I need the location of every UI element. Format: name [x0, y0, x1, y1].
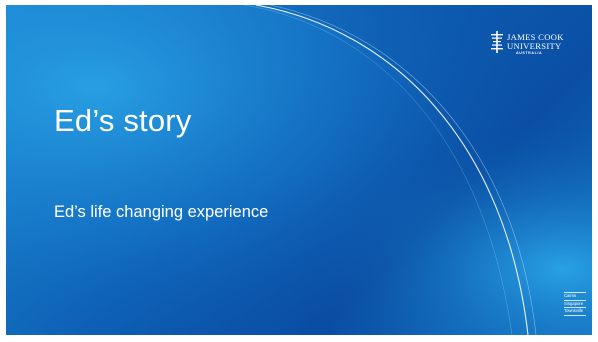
campus-list: Cairns Singapore Townsville — [564, 292, 586, 316]
campus-item-townsville: Townsville — [564, 308, 586, 316]
logo-text-line3: AUSTRALIA — [516, 51, 543, 55]
campus-item-cairns: Cairns — [564, 292, 586, 301]
logo-text-line2: UNIVERSITY — [507, 41, 562, 51]
shield-logo-icon — [491, 31, 503, 53]
slide-title: Ed’s story — [54, 103, 192, 138]
slide-subtitle: Ed’s life changing experience — [54, 203, 269, 221]
campus-item-singapore: Singapore — [564, 301, 586, 308]
university-logo: JAMES COOK UNIVERSITY AUSTRALIA — [490, 29, 586, 71]
presentation-slide: JAMES COOK UNIVERSITY AUSTRALIA Ed’s sto… — [6, 5, 592, 335]
